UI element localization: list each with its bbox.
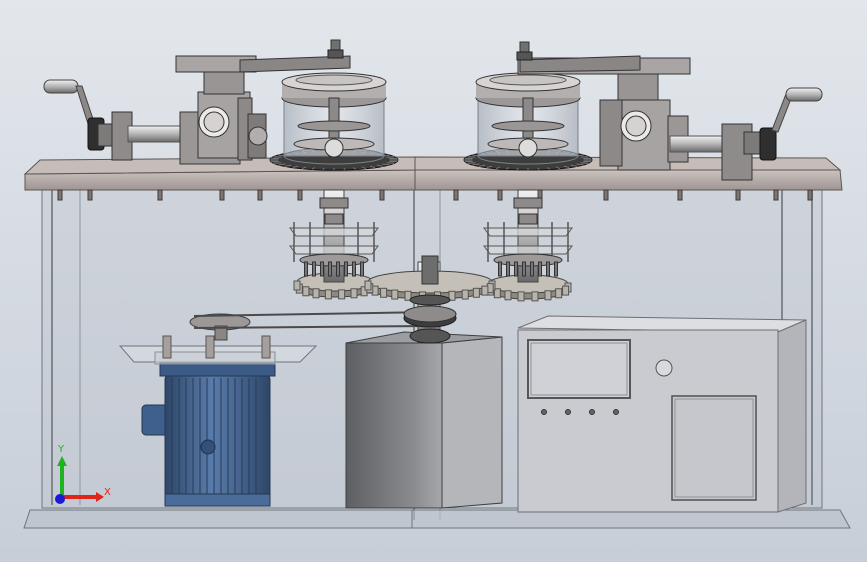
plate-bolt	[297, 189, 303, 201]
plate-bolt	[87, 189, 93, 201]
plate-bolt	[773, 189, 779, 201]
plate-bolt	[453, 189, 459, 201]
machine-assembly-render: X Y	[0, 0, 867, 562]
plate-bolt	[219, 189, 225, 201]
cabinet-side	[777, 319, 807, 513]
triad-y-label: Y	[57, 444, 65, 455]
plate-bolt	[57, 189, 63, 201]
cabinet-button[interactable]	[541, 409, 547, 415]
cabinet-door[interactable]	[671, 395, 757, 501]
plate-bolt	[257, 189, 263, 201]
motor-terminal	[200, 439, 216, 455]
plate-bolt	[807, 189, 813, 201]
triad-x-label: X	[104, 487, 111, 498]
gearbox-side	[441, 336, 503, 509]
plate-bolt	[735, 189, 741, 201]
plate-bolt	[677, 189, 683, 201]
plate-bolt	[379, 189, 385, 201]
motor-body	[164, 371, 271, 505]
control-cabinet[interactable]	[517, 315, 807, 513]
cad-viewport[interactable]: X Y	[0, 0, 867, 562]
plate-bolt	[157, 189, 163, 201]
cabinet-button[interactable]	[565, 409, 571, 415]
cabinet-indicator-lamp[interactable]	[655, 359, 673, 377]
plate-bolt	[497, 189, 503, 201]
left-chamber[interactable]	[269, 72, 399, 171]
cabinet-button[interactable]	[613, 409, 619, 415]
plate-bolt	[603, 189, 609, 201]
gearbox-front	[345, 342, 443, 509]
cabinet-button[interactable]	[589, 409, 595, 415]
right-chamber[interactable]	[463, 72, 593, 171]
cabinet-display-screen	[527, 339, 631, 399]
